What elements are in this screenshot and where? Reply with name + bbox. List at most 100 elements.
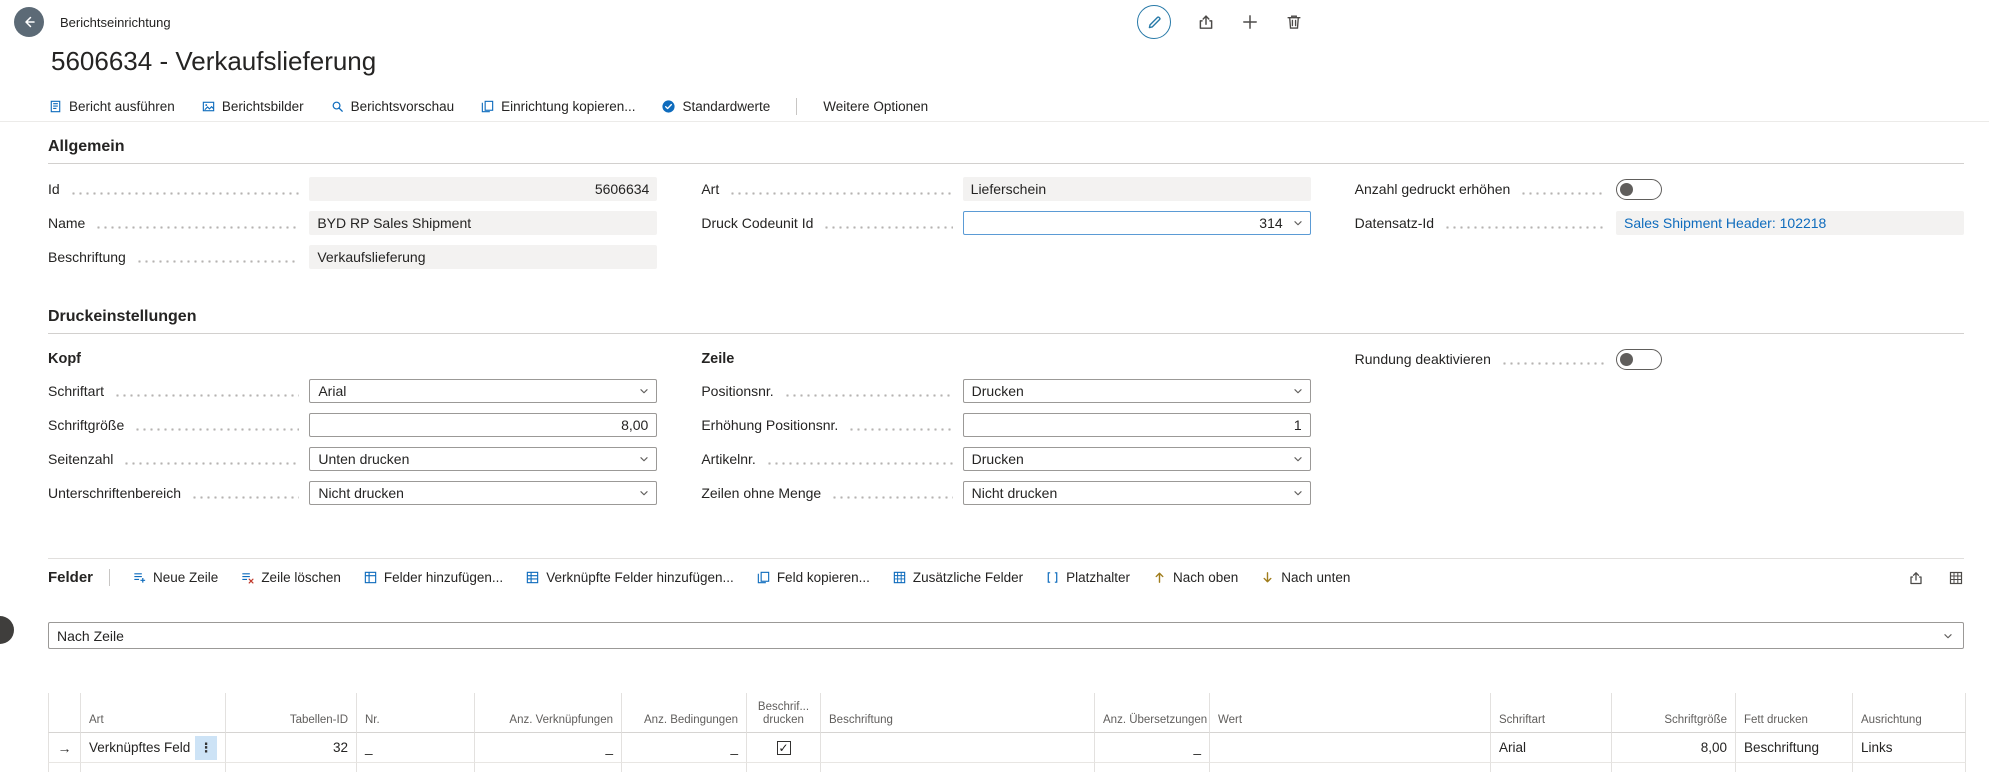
cell-anz-bedingungen[interactable]: _ xyxy=(622,733,747,763)
back-button[interactable] xyxy=(14,7,44,37)
action-bericht-ausfuehren[interactable]: Bericht ausführen xyxy=(48,99,175,114)
field-label: Erhöhung Positionsnr. xyxy=(701,417,839,433)
cell-anz-uebersetzungen[interactable]: _ xyxy=(1095,733,1210,763)
zeilen-ohne-menge-select[interactable]: Nicht drucken xyxy=(962,481,1311,505)
seitenzahl-select[interactable]: Unten drucken xyxy=(309,447,658,471)
add-icon[interactable] xyxy=(1241,13,1259,31)
edit-button[interactable] xyxy=(1137,5,1171,39)
subheading-kopf: Kopf xyxy=(48,351,82,367)
felder-filter-select[interactable]: Nach Zeile xyxy=(48,622,1964,649)
col-schriftart[interactable]: Schriftart xyxy=(1491,693,1612,733)
action-label: Feld kopieren... xyxy=(776,570,870,585)
table-row[interactable]: → Verknüpftes Feld ⋮ 32 _ _ _ _ Arial 8,… xyxy=(48,733,1966,763)
field-unterschriftenbereich: Unterschriftenbereich Nicht drucken xyxy=(48,476,658,510)
action-felder-hinzufuegen[interactable]: Felder hinzufügen... xyxy=(363,570,503,585)
cell-wert[interactable] xyxy=(1210,733,1491,763)
field-name: Name BYD RP Sales Shipment xyxy=(48,206,658,240)
action-platzhalter[interactable]: Platzhalter xyxy=(1045,570,1130,585)
druck-codeunit-id-select[interactable]: 314 xyxy=(962,211,1311,235)
field-schriftart: Schriftart Arial xyxy=(48,374,658,408)
cell-nr[interactable]: _ xyxy=(357,733,475,763)
col-anz-bedingungen[interactable]: Anz. Bedingungen xyxy=(622,693,747,733)
action-label: Zusätzliche Felder xyxy=(912,570,1024,585)
col-schriftgroesse[interactable]: Schriftgröße xyxy=(1612,693,1736,733)
field-label: Unterschriftenbereich xyxy=(48,485,182,501)
action-label: Weitere Optionen xyxy=(823,99,929,114)
row-options-icon[interactable]: ⋮ xyxy=(195,735,217,760)
action-berichtsvorschau[interactable]: Berichtsvorschau xyxy=(330,99,455,114)
action-verknuepfte-felder-hinzufuegen[interactable]: Verknüpfte Felder hinzufügen... xyxy=(525,570,734,585)
action-label: Platzhalter xyxy=(1066,570,1130,585)
chevron-down-icon xyxy=(1941,629,1955,643)
anzahl-gedruckt-toggle[interactable] xyxy=(1615,178,1662,200)
schriftart-select[interactable]: Arial xyxy=(309,379,658,403)
erhoehung-positionsnr-input[interactable]: 1 xyxy=(962,413,1311,437)
action-label: Einrichtung kopieren... xyxy=(501,99,636,114)
move-up-icon xyxy=(1152,570,1167,585)
positionsnr-select[interactable]: Drucken xyxy=(962,379,1311,403)
action-label: Berichtsvorschau xyxy=(350,99,455,114)
action-standardwerte[interactable]: Standardwerte xyxy=(661,99,770,114)
cell-beschriftung[interactable] xyxy=(821,733,1095,763)
action-zeile-loeschen[interactable]: Zeile löschen xyxy=(240,570,341,585)
col-fett-drucken[interactable]: Fett drucken xyxy=(1736,693,1853,733)
pencil-icon xyxy=(1146,14,1163,31)
field-label: Id xyxy=(48,181,60,197)
chevron-down-icon xyxy=(1291,486,1305,500)
dotted-leader xyxy=(1444,225,1606,229)
field-label: Seitenzahl xyxy=(48,451,114,467)
col-ausrichtung[interactable]: Ausrichtung xyxy=(1853,693,1966,733)
dotted-leader xyxy=(729,191,953,195)
toggle-slot xyxy=(1615,348,1964,370)
druck-col-3: Rundung deaktivieren xyxy=(1355,344,1964,510)
action-feld-kopieren[interactable]: Feld kopieren... xyxy=(756,570,870,585)
dotted-leader xyxy=(69,191,300,195)
dotted-leader xyxy=(95,225,300,229)
col-tabellen-id[interactable]: Tabellen-ID xyxy=(226,693,357,733)
action-nach-unten[interactable]: Nach unten xyxy=(1260,570,1350,585)
schriftgroesse-input[interactable]: 8,00 xyxy=(309,413,658,437)
field-label: Anzahl gedruckt erhöhen xyxy=(1354,181,1511,197)
cell-schriftgroesse[interactable]: 8,00 xyxy=(1612,733,1736,763)
field-label: Rundung deaktivieren xyxy=(1354,351,1491,367)
delete-icon[interactable] xyxy=(1285,13,1303,31)
breadcrumb[interactable]: Berichtseinrichtung xyxy=(60,15,171,30)
action-label: Felder hinzufügen... xyxy=(383,570,504,585)
field-label: Beschriftung xyxy=(48,249,126,265)
action-einrichtung-kopieren[interactable]: Einrichtung kopieren... xyxy=(480,99,635,114)
action-weitere-optionen[interactable]: Weitere Optionen xyxy=(823,99,928,114)
dotted-leader xyxy=(848,427,953,431)
page-content: Allgemein Id 5606634 Name BYD RP Sales S… xyxy=(0,138,1989,772)
col-nr[interactable]: Nr. xyxy=(357,693,475,733)
action-neue-zeile[interactable]: Neue Zeile xyxy=(132,570,218,585)
cell-schriftart[interactable]: Arial xyxy=(1491,733,1612,763)
open-in-excel-icon[interactable] xyxy=(1948,570,1964,586)
artikelnr-select[interactable]: Drucken xyxy=(962,447,1311,471)
datensatz-id-link[interactable]: Sales Shipment Header: 102218 xyxy=(1624,215,1826,231)
cell-fett-drucken[interactable]: Beschriftung xyxy=(1736,733,1853,763)
action-berichtsbilder[interactable]: Berichtsbilder xyxy=(201,99,304,114)
cell-anz-verknuepfungen[interactable]: _ xyxy=(475,733,622,763)
unterschriftenbereich-select[interactable]: Nicht drucken xyxy=(309,481,658,505)
col-beschriftung[interactable]: Beschriftung xyxy=(821,693,1095,733)
rundung-deaktivieren-toggle[interactable] xyxy=(1615,348,1662,370)
col-anz-verknuepfungen[interactable]: Anz. Verknüpfungen xyxy=(475,693,622,733)
action-nach-oben[interactable]: Nach oben xyxy=(1152,570,1238,585)
field-schriftgroesse: Schriftgröße 8,00 xyxy=(48,408,658,442)
table-row-empty[interactable] xyxy=(48,763,1966,772)
field-label: Name xyxy=(48,215,86,231)
action-label: Bericht ausführen xyxy=(69,99,175,114)
col-art[interactable]: Art xyxy=(81,693,226,733)
divider xyxy=(109,569,111,586)
add-linked-fields-icon xyxy=(525,570,540,585)
col-anz-uebersetzungen[interactable]: Anz. Übersetzungen xyxy=(1095,693,1210,733)
cell-tabellen-id[interactable]: 32 xyxy=(226,733,357,763)
beschriftung-drucken-checkbox[interactable] xyxy=(776,741,791,756)
share-icon[interactable] xyxy=(1908,570,1924,586)
cell-ausrichtung[interactable]: Links xyxy=(1853,733,1966,763)
col-wert[interactable]: Wert xyxy=(1210,693,1491,733)
col-beschriftung-drucken[interactable]: Beschrif... drucken xyxy=(747,693,821,733)
select-value: Nicht drucken xyxy=(971,485,1058,501)
action-zusaetzliche-felder[interactable]: Zusätzliche Felder xyxy=(892,570,1023,585)
share-icon[interactable] xyxy=(1197,13,1215,31)
